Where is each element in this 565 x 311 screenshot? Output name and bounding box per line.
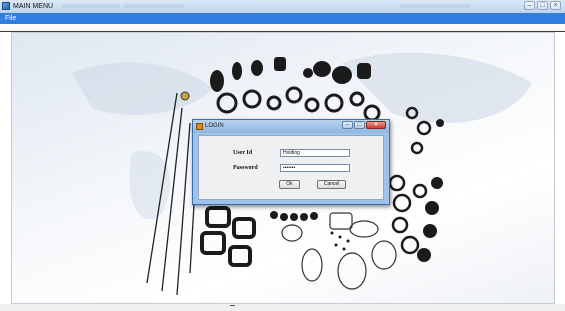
toolbar-strip <box>0 24 565 32</box>
login-dialog: LOGIN – □ × User Id Holding Password •••… <box>192 119 390 205</box>
dialog-close-button[interactable]: × <box>366 121 386 129</box>
status-bar <box>0 304 565 311</box>
ok-button[interactable]: Ok <box>279 180 300 189</box>
dialog-minimize-button[interactable]: – <box>342 121 353 129</box>
maximize-button[interactable]: □ <box>537 1 548 10</box>
key-icon <box>196 123 203 130</box>
main-window-titlebar: MAIN MENU – □ × <box>0 0 565 14</box>
titlebar-blur <box>62 4 120 8</box>
login-dialog-title: LOGIN <box>205 123 224 129</box>
status-marker <box>230 305 235 306</box>
login-dialog-titlebar[interactable]: LOGIN – □ × <box>193 120 389 133</box>
titlebar-blur <box>124 4 184 8</box>
minimize-button[interactable]: – <box>524 1 535 10</box>
titlebar-blur <box>400 4 470 8</box>
app-icon <box>2 2 10 10</box>
window-title: MAIN MENU <box>13 3 54 10</box>
close-button[interactable]: × <box>550 1 561 10</box>
dialog-maximize-button[interactable]: □ <box>354 121 365 129</box>
password-label: Password <box>233 165 258 171</box>
cancel-button[interactable]: Cancel <box>317 180 346 189</box>
user-id-label: User Id <box>233 150 253 156</box>
user-id-input[interactable]: Holding <box>280 149 350 157</box>
menu-file[interactable]: File <box>5 14 16 23</box>
menu-bar: File <box>0 13 565 24</box>
login-form: User Id Holding Password ••••••• Ok Canc… <box>198 135 384 200</box>
password-input[interactable]: ••••••• <box>280 164 350 172</box>
